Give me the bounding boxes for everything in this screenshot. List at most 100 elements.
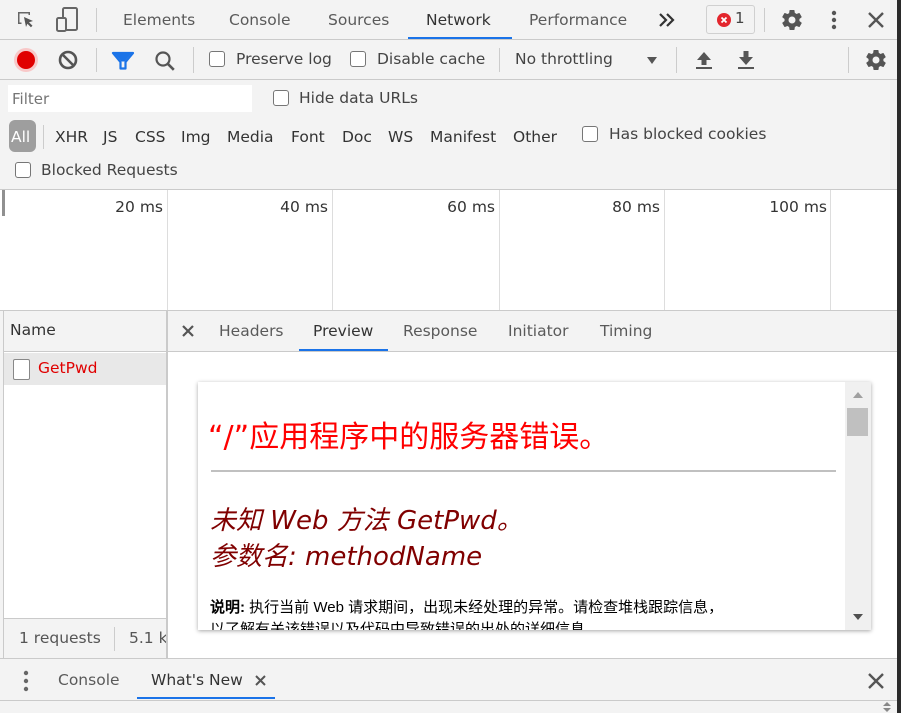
detail-pane: Headers Preview Response Initiator Timin… [168, 311, 897, 658]
timeline-tick-label: 100 ms [769, 198, 827, 216]
close-icon [868, 12, 884, 28]
double-chevron-right-icon [659, 13, 675, 27]
record-button[interactable] [13, 47, 39, 73]
clear-button[interactable] [57, 49, 79, 71]
filter-type-xhr[interactable]: XHR [55, 124, 88, 150]
inspect-element-button[interactable] [14, 8, 40, 32]
tab-timing[interactable]: Timing [600, 311, 652, 352]
timeline-gridline [830, 190, 831, 310]
drawer-tab-console[interactable]: Console [58, 659, 120, 700]
network-settings-button[interactable] [864, 48, 888, 72]
request-row[interactable]: GetPwd [4, 353, 167, 385]
close-devtools-button[interactable] [864, 8, 888, 32]
upload-arrow-icon [696, 52, 712, 69]
close-detail-button[interactable] [181, 324, 195, 338]
record-icon [14, 48, 38, 72]
tab-network[interactable]: Network [426, 0, 491, 40]
drawer-content [0, 701, 897, 713]
toolbar-divider [676, 47, 677, 73]
filter-type-doc[interactable]: Doc [342, 124, 372, 150]
tab-response[interactable]: Response [403, 311, 477, 352]
clear-block-icon [58, 50, 78, 70]
scrollbar-thumb[interactable] [847, 408, 868, 436]
more-options-button[interactable] [826, 8, 842, 32]
network-toolbar: Preserve log Disable cache No throttling [0, 40, 901, 80]
filter-type-media[interactable]: Media [227, 124, 274, 150]
scroll-arrows-icon[interactable] [880, 701, 894, 713]
filter-funnel-icon [111, 51, 135, 70]
vertical-dots-icon [23, 670, 29, 692]
drawer-tabbar: Console What's New [0, 659, 897, 700]
export-har-button[interactable] [735, 49, 757, 71]
filter-type-js[interactable]: JS [103, 124, 117, 150]
filter-type-img[interactable]: Img [181, 124, 211, 150]
main-toolbar: Elements Console Sources Network Perform… [0, 0, 901, 40]
filter-type-other[interactable]: Other [513, 124, 557, 150]
disable-cache-checkbox[interactable] [350, 51, 366, 67]
drawer-tab-whats-new[interactable]: What's New [151, 659, 243, 700]
has-blocked-cookies-checkbox[interactable] [582, 126, 598, 142]
preserve-log-checkbox[interactable] [209, 51, 225, 67]
more-tabs-button[interactable] [656, 10, 678, 30]
hide-data-urls-label[interactable]: Hide data URLs [299, 89, 418, 107]
document-file-icon [13, 359, 30, 380]
tab-performance[interactable]: Performance [529, 0, 627, 40]
timeline-tick-label: 60 ms [447, 198, 495, 216]
preview-scrollbar[interactable] [845, 382, 871, 630]
close-icon [255, 675, 266, 686]
tab-sources[interactable]: Sources [328, 0, 389, 40]
preview-description: 说明: 执行当前 Web 请求期间，出现未经处理的异常。请检查堆栈跟踪信息， [210, 596, 723, 617]
device-toolbar-button[interactable] [54, 6, 80, 34]
disable-cache-label[interactable]: Disable cache [377, 50, 485, 68]
gear-icon [782, 10, 802, 31]
request-count: 1 requests [19, 629, 101, 647]
name-column-label: Name [10, 321, 56, 339]
search-button[interactable] [153, 49, 177, 73]
drawer-tab-underline [137, 697, 275, 699]
scroll-down-arrow-icon[interactable] [852, 613, 864, 621]
filter-toggle-button[interactable] [111, 50, 135, 72]
has-blocked-cookies-label[interactable]: Has blocked cookies [609, 125, 766, 143]
dropdown-arrow-icon [647, 57, 657, 64]
summary-divider [114, 627, 115, 651]
throttling-value: No throttling [515, 50, 613, 68]
toolbar-divider [193, 47, 194, 73]
toolbar-divider [96, 48, 97, 72]
filter-type-css[interactable]: CSS [135, 124, 166, 150]
filter-type-all-label[interactable]: All [11, 124, 30, 150]
filter-type-ws[interactable]: WS [388, 124, 413, 150]
filter-type-manifest[interactable]: Manifest [430, 124, 496, 150]
tab-preview[interactable]: Preview [313, 311, 373, 352]
close-drawer-button[interactable] [866, 671, 886, 691]
tab-console[interactable]: Console [229, 0, 291, 40]
blocked-requests-checkbox[interactable] [15, 162, 31, 178]
description-label: 说明: [210, 599, 245, 616]
filter-type-divider [43, 125, 44, 149]
tab-headers[interactable]: Headers [219, 311, 284, 352]
error-count: 1 [735, 9, 745, 27]
preview-heading-rule [211, 470, 836, 472]
close-whats-new-tab-button[interactable] [254, 674, 267, 687]
name-column-header[interactable]: Name [4, 311, 167, 352]
drawer-menu-button[interactable] [20, 669, 32, 693]
tab-initiator[interactable]: Initiator [508, 311, 569, 352]
filter-type-font[interactable]: Font [291, 124, 325, 150]
import-har-button[interactable] [693, 49, 715, 71]
preview-heading: “/”应用程序中的服务器错误。 [208, 420, 610, 455]
scroll-up-arrow-icon[interactable] [852, 391, 864, 399]
filter-input[interactable] [8, 85, 252, 112]
error-count-badge[interactable]: 1 [706, 5, 755, 34]
timeline-tick-label: 80 ms [612, 198, 660, 216]
hide-data-urls-checkbox[interactable] [273, 90, 289, 106]
preserve-log-label[interactable]: Preserve log [236, 50, 332, 68]
throttling-select[interactable]: No throttling [510, 46, 664, 74]
close-icon [182, 325, 194, 337]
preview-frame: “/”应用程序中的服务器错误。 未知 Web 方法 GetPwd。 参数名: m… [198, 382, 871, 630]
tab-elements[interactable]: Elements [123, 0, 195, 40]
blocked-requests-label[interactable]: Blocked Requests [41, 161, 178, 179]
overview-window-handle[interactable] [2, 190, 5, 216]
tab-preview-underline [299, 349, 388, 351]
settings-button[interactable] [780, 8, 804, 32]
timeline-gridline [664, 190, 665, 310]
error-icon [717, 13, 731, 27]
